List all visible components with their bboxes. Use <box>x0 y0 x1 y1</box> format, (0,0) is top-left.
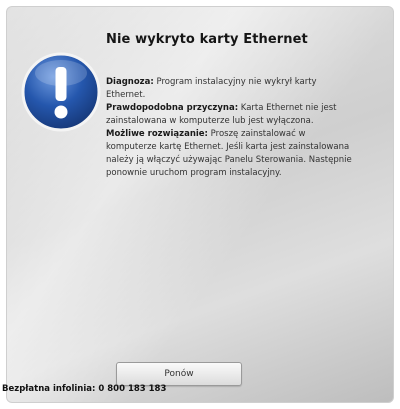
helpline-text: Bezpłatna infolinia: 0 800 183 183 <box>2 384 167 394</box>
info-icon <box>21 52 101 132</box>
solution-label: Możliwe rozwiązanie: <box>106 129 208 139</box>
retry-button[interactable]: Ponów <box>116 362 242 386</box>
cause-label: Prawdopodobna przyczyna: <box>106 103 239 113</box>
dialog-title: Nie wykryto karty Ethernet <box>106 32 308 47</box>
diagnosis-paragraph: Diagnoza: Program instalacyjny nie wykry… <box>106 76 356 102</box>
diagnosis-label: Diagnoza: <box>106 77 154 87</box>
dialog-message: Diagnoza: Program instalacyjny nie wykry… <box>106 76 356 180</box>
error-dialog: Nie wykryto karty Ethernet Diagnoza: Pro… <box>6 6 394 403</box>
solution-paragraph: Możliwe rozwiązanie: Proszę zainstalować… <box>106 128 356 180</box>
cause-paragraph: Prawdopodobna przyczyna: Karta Ethernet … <box>106 102 356 128</box>
